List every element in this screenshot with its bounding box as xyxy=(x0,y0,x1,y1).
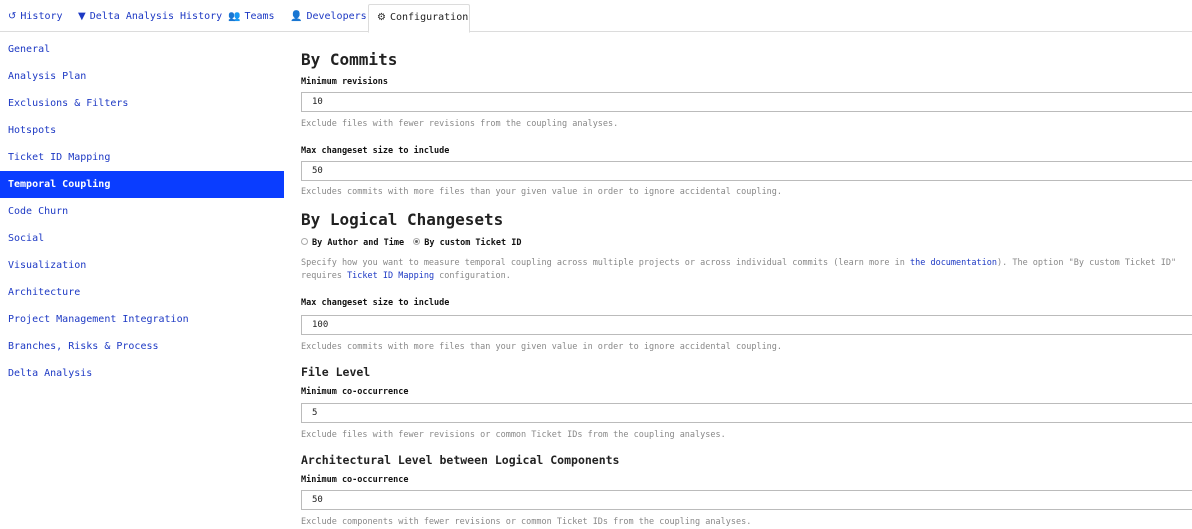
file-level-input[interactable]: 5 xyxy=(301,403,1192,423)
history-icon: ↺ xyxy=(8,11,17,22)
architectural-level-heading: Architectural Level between Logical Comp… xyxy=(301,453,620,467)
tab-teams[interactable]: 👥 Teams xyxy=(220,4,283,32)
radio-custom-ticket[interactable] xyxy=(413,238,421,245)
description-text: configuration. xyxy=(434,271,511,281)
tab-label: Teams xyxy=(244,11,275,22)
architectural-level-input[interactable]: 50 xyxy=(301,490,1192,510)
sidebar-item-analysis-plan[interactable]: Analysis Plan xyxy=(0,63,284,90)
max-changeset-label: Max changeset size to include xyxy=(301,146,450,156)
min-revisions-help: Exclude files with fewer revisions from … xyxy=(301,119,619,129)
sidebar-item-hotspots[interactable]: Hotspots xyxy=(0,117,284,144)
min-revisions-label: Minimum revisions xyxy=(301,77,388,87)
architectural-level-help: Exclude components with fewer revisions … xyxy=(301,517,752,527)
file-level-help: Exclude files with fewer revisions or co… xyxy=(301,430,726,440)
sidebar-item-project-management-integration[interactable]: Project Management Integration xyxy=(0,306,284,333)
sidebar-item-temporal-coupling[interactable]: Temporal Coupling xyxy=(0,171,284,198)
sidebar-item-ticket-id-mapping[interactable]: Ticket ID Mapping xyxy=(0,144,284,171)
radio-author-time[interactable] xyxy=(301,238,308,245)
min-revisions-input[interactable]: 10 xyxy=(301,92,1192,112)
users-icon: 👥 xyxy=(228,11,241,22)
sidebar-item-exclusions-filters[interactable]: Exclusions & Filters xyxy=(0,90,284,117)
tab-label: History xyxy=(20,11,63,22)
coupling-mode-description: Specify how you want to measure temporal… xyxy=(301,257,1181,283)
by-logical-changesets-heading: By Logical Changesets xyxy=(301,210,504,229)
logical-max-changeset-input[interactable]: 100 xyxy=(301,315,1192,335)
sidebar-item-architecture[interactable]: Architecture xyxy=(0,279,284,306)
tab-history[interactable]: ↺ History xyxy=(0,4,71,32)
logical-max-changeset-help: Excludes commits with more files than yo… xyxy=(301,342,783,352)
by-commits-heading: By Commits xyxy=(301,50,398,69)
sidebar-item-delta-analysis[interactable]: Delta Analysis xyxy=(0,360,284,387)
description-text: Specify how you want to measure temporal… xyxy=(301,258,910,268)
ticket-id-mapping-link[interactable]: Ticket ID Mapping xyxy=(347,271,434,281)
sidebar: General Analysis Plan Exclusions & Filte… xyxy=(0,36,284,387)
sidebar-item-social[interactable]: Social xyxy=(0,225,284,252)
radio-custom-ticket-label[interactable]: By custom Ticket ID xyxy=(424,238,521,248)
tab-label: Delta Analysis History xyxy=(89,11,223,22)
architectural-level-label: Minimum co-occurrence xyxy=(301,475,409,485)
max-changeset-input[interactable]: 50 xyxy=(301,161,1192,181)
file-level-label: Minimum co-occurrence xyxy=(301,387,409,397)
sidebar-item-visualization[interactable]: Visualization xyxy=(0,252,284,279)
file-level-heading: File Level xyxy=(301,365,371,379)
max-changeset-help: Excludes commits with more files than yo… xyxy=(301,187,783,197)
main-content: By Commits Minimum revisions 10 Exclude … xyxy=(301,0,1192,529)
sidebar-item-general[interactable]: General xyxy=(0,36,284,63)
sidebar-item-code-churn[interactable]: Code Churn xyxy=(0,198,284,225)
tab-delta-analysis-history[interactable]: ▼ Delta Analysis History xyxy=(70,4,230,32)
filter-icon: ▼ xyxy=(78,11,86,22)
radio-author-time-label[interactable]: By Author and Time xyxy=(312,238,404,248)
sidebar-item-branches-risks-process[interactable]: Branches, Risks & Process xyxy=(0,333,284,360)
coupling-mode-radio-group: By Author and Time By custom Ticket ID xyxy=(301,238,521,248)
logical-max-changeset-label: Max changeset size to include xyxy=(301,298,450,308)
documentation-link[interactable]: the documentation xyxy=(910,258,997,268)
